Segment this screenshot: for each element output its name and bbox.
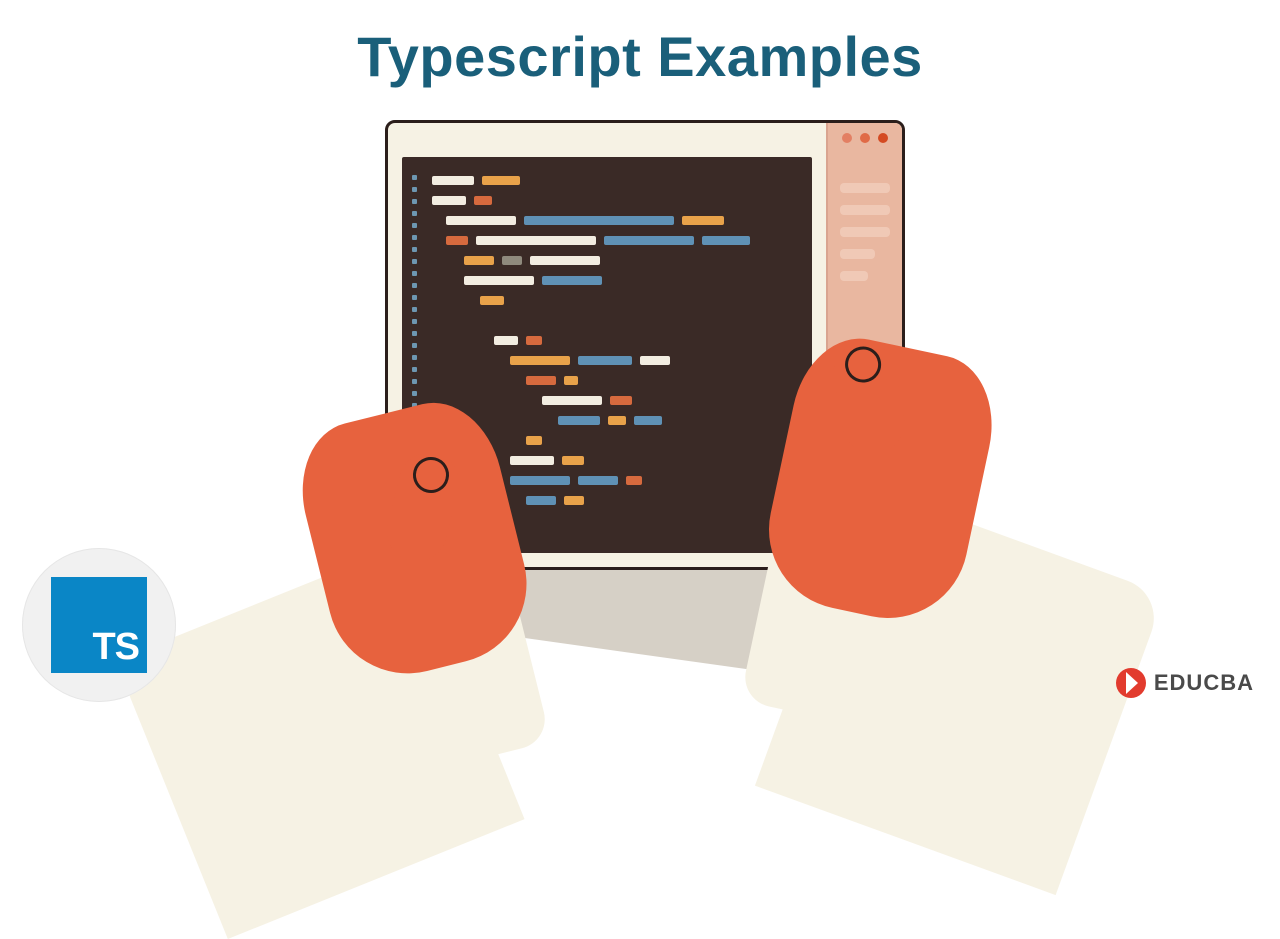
window-dot-icon xyxy=(842,133,852,143)
sidebar-lines xyxy=(840,183,890,281)
code-token xyxy=(526,336,542,345)
code-token xyxy=(558,416,600,425)
code-token xyxy=(564,376,578,385)
code-token xyxy=(562,456,584,465)
code-row xyxy=(432,375,578,385)
code-row xyxy=(432,295,504,305)
code-token xyxy=(608,416,626,425)
code-token xyxy=(446,236,468,245)
code-token xyxy=(526,496,556,505)
code-row xyxy=(432,215,724,225)
code-token xyxy=(578,356,632,365)
brand-logo: EDUCBA xyxy=(1116,668,1254,698)
window-controls xyxy=(842,133,888,143)
typescript-logo-icon: TS xyxy=(51,577,147,673)
code-token xyxy=(634,416,662,425)
code-token xyxy=(464,256,494,265)
code-token xyxy=(476,236,596,245)
code-token xyxy=(702,236,750,245)
code-token xyxy=(682,216,724,225)
code-row xyxy=(432,275,602,285)
code-token xyxy=(510,356,570,365)
code-token xyxy=(494,336,518,345)
brand-name: EDUCBA xyxy=(1154,670,1254,696)
brand-mark-icon xyxy=(1116,668,1146,698)
code-token xyxy=(446,216,516,225)
code-token xyxy=(432,176,474,185)
code-token xyxy=(510,476,570,485)
code-row xyxy=(432,255,600,265)
code-token xyxy=(474,196,492,205)
code-token xyxy=(526,436,542,445)
code-token xyxy=(510,456,554,465)
code-row xyxy=(432,395,632,405)
code-token xyxy=(526,376,556,385)
code-token xyxy=(530,256,600,265)
code-token xyxy=(564,496,584,505)
page-title: Typescript Examples xyxy=(0,24,1280,89)
code-token xyxy=(524,216,674,225)
code-token xyxy=(640,356,670,365)
code-token xyxy=(464,276,534,285)
code-token xyxy=(578,476,618,485)
code-token xyxy=(480,296,504,305)
code-token xyxy=(604,236,694,245)
thumb-ring-icon xyxy=(842,344,884,386)
code-row xyxy=(432,335,542,345)
code-token xyxy=(626,476,642,485)
code-token xyxy=(502,256,522,265)
window-dot-icon xyxy=(860,133,870,143)
code-row xyxy=(432,195,492,205)
code-row xyxy=(432,235,750,245)
code-token xyxy=(542,396,602,405)
code-token xyxy=(542,276,602,285)
code-row xyxy=(432,355,670,365)
code-row xyxy=(432,175,520,185)
typescript-logo-text: TS xyxy=(92,626,139,669)
window-dot-icon xyxy=(878,133,888,143)
code-token xyxy=(610,396,632,405)
thumb-ring-icon xyxy=(409,453,453,497)
typescript-badge: TS xyxy=(22,548,176,702)
code-token xyxy=(432,196,466,205)
illustration xyxy=(280,110,1000,670)
code-token xyxy=(482,176,520,185)
